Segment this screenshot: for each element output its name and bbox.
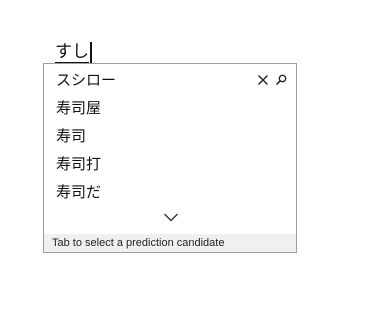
search-icon[interactable]	[274, 73, 288, 87]
ime-composition: すし	[55, 39, 92, 64]
candidate-actions	[256, 66, 288, 94]
expand-candidates-button[interactable]	[162, 210, 180, 224]
candidate-item-1[interactable]: スシロー	[44, 66, 296, 94]
candidate-item-4[interactable]: 寿司打	[44, 150, 296, 178]
candidate-item-3[interactable]: 寿司	[44, 122, 296, 150]
candidate-label: 寿司	[56, 127, 87, 145]
candidate-item-5[interactable]: 寿司だ	[44, 178, 296, 206]
chevron-down-icon	[164, 213, 178, 222]
status-hint: Tab to select a prediction candidate	[44, 234, 296, 252]
close-icon[interactable]	[256, 73, 270, 87]
composition-text: すし	[55, 42, 89, 63]
ime-candidate-window: スシロー 寿司屋 寿司 寿司打 寿司だ Tab to select a pred…	[43, 63, 297, 253]
candidate-list: スシロー 寿司屋 寿司 寿司打 寿司だ	[44, 66, 296, 206]
candidate-item-2[interactable]: 寿司屋	[44, 94, 296, 122]
candidate-label: 寿司屋	[56, 99, 102, 117]
candidate-label: スシロー	[56, 71, 117, 89]
text-caret	[90, 42, 92, 64]
candidate-label: 寿司打	[56, 155, 102, 173]
candidate-label: 寿司だ	[56, 183, 102, 201]
